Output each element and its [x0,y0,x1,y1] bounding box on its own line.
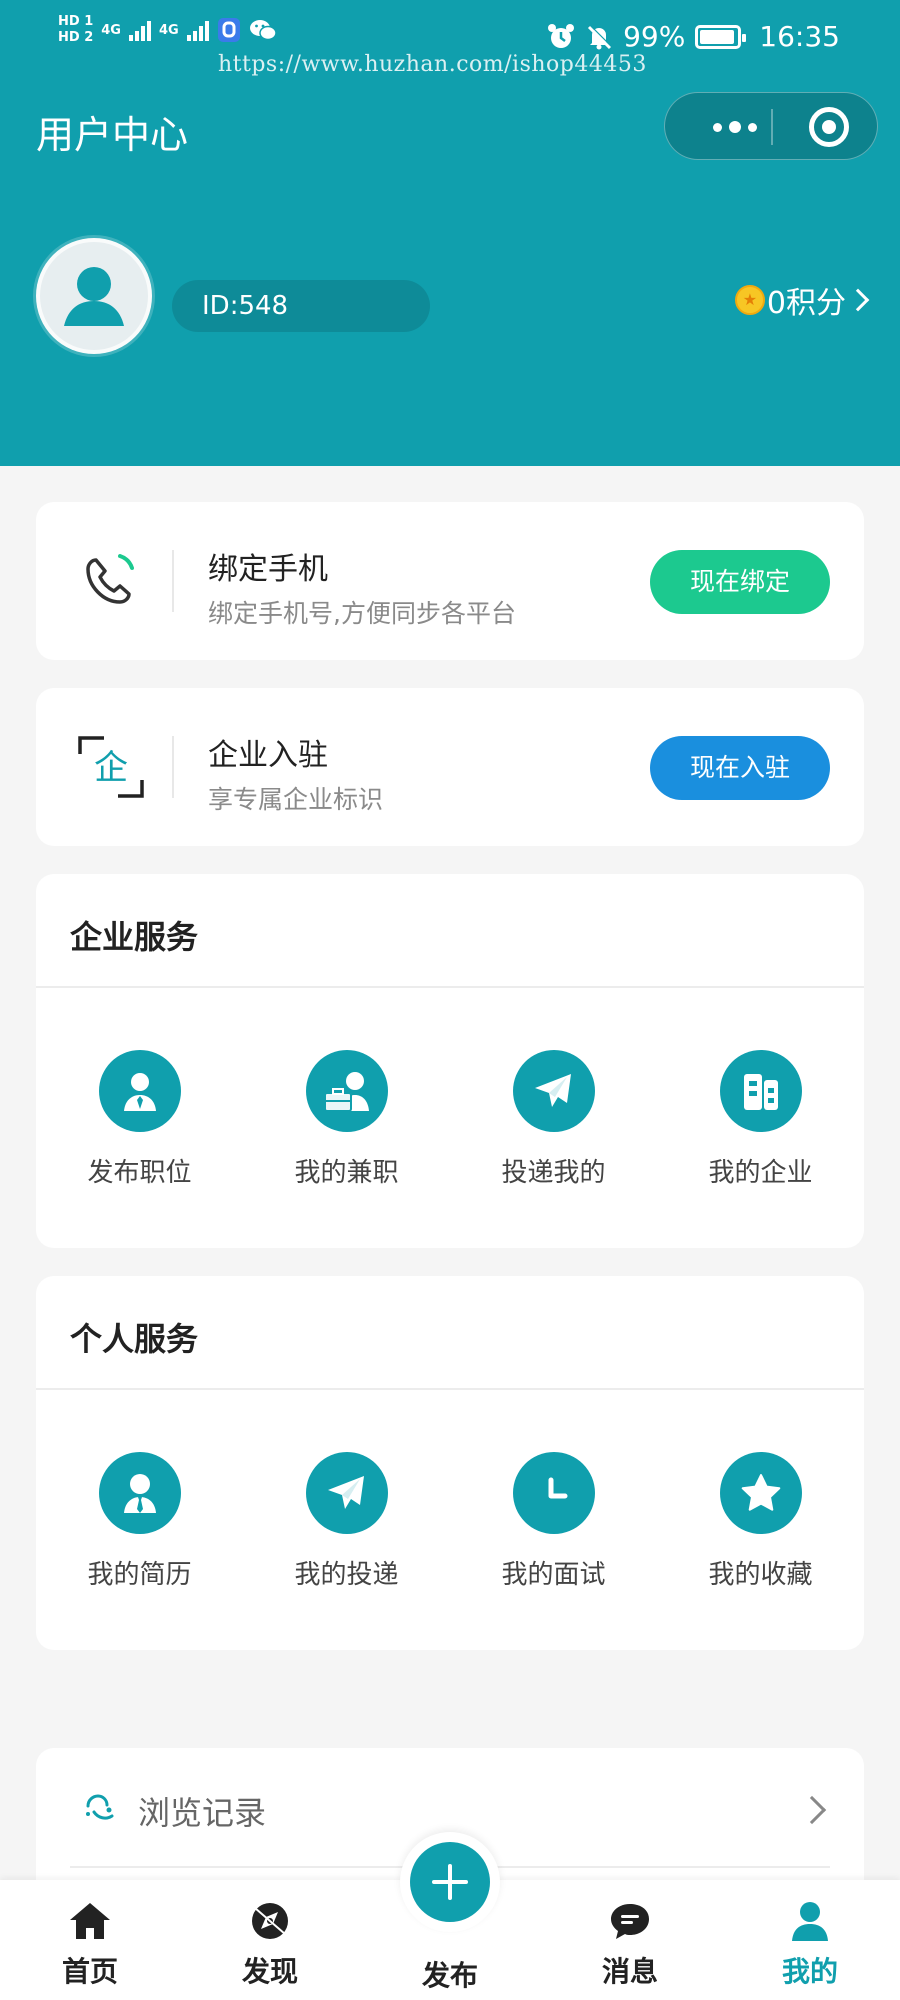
service-applied-to-me[interactable]: 投递我的 [450,1050,657,1189]
avatar[interactable] [36,238,152,354]
service-my-enterprise[interactable]: 我的企业 [657,1050,864,1189]
compass-icon [252,1903,288,1939]
home-icon [70,1903,110,1939]
signal-icon-2 [186,19,209,41]
personal-services-card: 个人服务 我的简历 我的投递 我的面试 我的收藏 [36,1276,864,1650]
person-icon [792,1902,828,1941]
hd2-label: HD 2 [58,30,94,45]
hd1-label: HD 1 [58,14,94,29]
publish-plus-icon[interactable] [410,1842,490,1922]
card-divider [172,736,174,798]
bind-phone-card: 绑定手机 绑定手机号,方便同步各平台 现在绑定 [36,502,864,660]
battery-percent: 99% [623,20,686,53]
tab-publish-label[interactable]: 发布 [390,1954,510,1994]
chat-icon [611,1904,649,1939]
service-my-favorites[interactable]: 我的收藏 [657,1452,864,1591]
service-label: 我的收藏 [708,1560,813,1590]
service-post-job[interactable]: 发布职位 [36,1050,243,1189]
enterprise-join-card: 企 企业入驻 享专属企业标识 现在入驻 [36,688,864,846]
status-left: HD 1 HD 2 4G 4G [58,14,277,46]
section-divider [36,1388,864,1390]
status-right: 99% 16:35 [547,20,840,53]
phone-icon [86,554,134,604]
service-label: 我的投递 [294,1560,399,1590]
alarm-icon [548,23,575,48]
clock-time: 16:35 [759,20,840,53]
clock-icon [512,1452,595,1534]
enterprise-join-title: 企业入驻 [208,738,328,773]
tab-discover[interactable]: 发现 [210,1900,330,1990]
coin-icon [734,285,765,315]
service-my-resume[interactable]: 我的简历 [36,1452,243,1591]
app-notification-icon [217,18,240,42]
enterprise-join-subtitle: 享专属企业标识 [208,785,384,814]
enterprise-icon-char: 企 [94,748,128,788]
star-icon [719,1452,802,1534]
section-divider [36,986,864,988]
paper-plane-icon [512,1050,595,1132]
tab-label: 消息 [601,1955,658,1988]
browse-history-label: 浏览记录 [138,1794,267,1832]
points-link[interactable]: 0积分 [734,278,870,322]
chevron-right-icon [846,288,870,312]
service-label: 发布职位 [87,1158,192,1188]
signal-icon [128,19,151,41]
service-label: 我的企业 [708,1158,813,1188]
personal-services-grid: 我的简历 我的投递 我的面试 我的收藏 [36,1452,864,1591]
footprint-icon [86,1794,114,1820]
building-icon [719,1050,802,1132]
miniprogram-capsule [664,92,878,160]
service-my-interviews[interactable]: 我的面试 [450,1452,657,1591]
bind-now-button[interactable]: 现在绑定 [650,550,830,614]
tab-mine[interactable]: 我的 [750,1900,870,1990]
battery-icon [695,24,747,49]
bind-phone-title: 绑定手机 [208,552,328,587]
user-id-badge: ID:548 [172,280,430,332]
capsule-divider [771,109,773,145]
card-divider [172,550,174,612]
wechat-icon [249,20,277,41]
more-icon[interactable] [695,93,775,161]
join-now-button[interactable]: 现在入驻 [650,736,830,800]
service-my-applications[interactable]: 我的投递 [243,1452,450,1591]
employee-icon [98,1050,181,1132]
enterprise-services-card: 企业服务 发布职位 我的兼职 投递我的 我的企业 [36,874,864,1248]
enterprise-services-grid: 发布职位 我的兼职 投递我的 我的企业 [36,1050,864,1189]
avatar-person-icon [64,267,124,326]
tab-label: 首页 [61,1955,118,1988]
bind-phone-subtitle: 绑定手机号,方便同步各平台 [208,599,516,628]
network-label-1: 4G [101,22,121,38]
briefcase-person-icon [305,1050,388,1132]
service-label: 我的兼职 [294,1158,399,1188]
tab-messages[interactable]: 消息 [570,1900,690,1990]
chevron-right-icon [797,1795,827,1825]
personal-services-title: 个人服务 [70,1320,199,1358]
resume-person-icon [98,1452,181,1534]
network-label-2: 4G [158,22,179,38]
service-label: 我的简历 [87,1560,192,1590]
service-my-parttime[interactable]: 我的兼职 [243,1050,450,1189]
tab-label: 我的 [781,1955,838,1988]
tab-label: 发现 [241,1955,298,1988]
page-title: 用户中心 [36,113,189,157]
enterprise-services-title: 企业服务 [70,918,199,956]
paper-plane-icon [305,1452,388,1534]
mute-bell-icon [588,24,612,49]
service-label: 我的面试 [501,1560,606,1590]
tab-home[interactable]: 首页 [30,1900,150,1990]
enterprise-icon: 企 [78,736,144,798]
close-target-icon[interactable] [809,107,849,147]
hd-indicator: HD 1 HD 2 [58,14,93,46]
watermark-url: https://www.huzhan.com/ishop44453 [218,52,647,77]
service-label: 投递我的 [501,1158,606,1188]
points-label: 0积分 [766,286,846,321]
